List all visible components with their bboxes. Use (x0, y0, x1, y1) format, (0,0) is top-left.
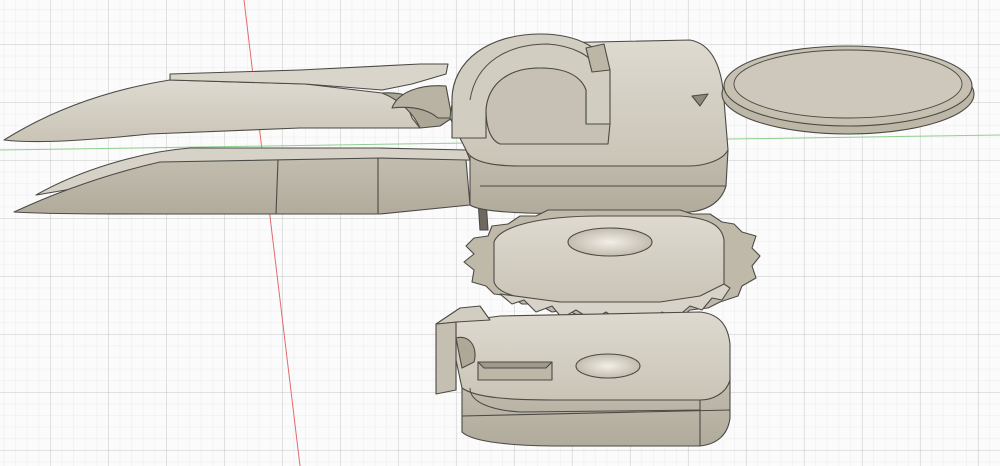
tweezer-arm-upper[interactable] (3, 63, 453, 143)
model-canvas[interactable] (0, 0, 1000, 466)
base-bracket[interactable] (435, 305, 731, 447)
3d-viewport[interactable] (0, 0, 1000, 466)
coin-disc[interactable] (721, 45, 975, 135)
tweezer-arm-lower[interactable] (13, 147, 489, 231)
gear-wheel[interactable] (463, 209, 761, 323)
ring-holder-top-plate[interactable] (449, 33, 729, 215)
